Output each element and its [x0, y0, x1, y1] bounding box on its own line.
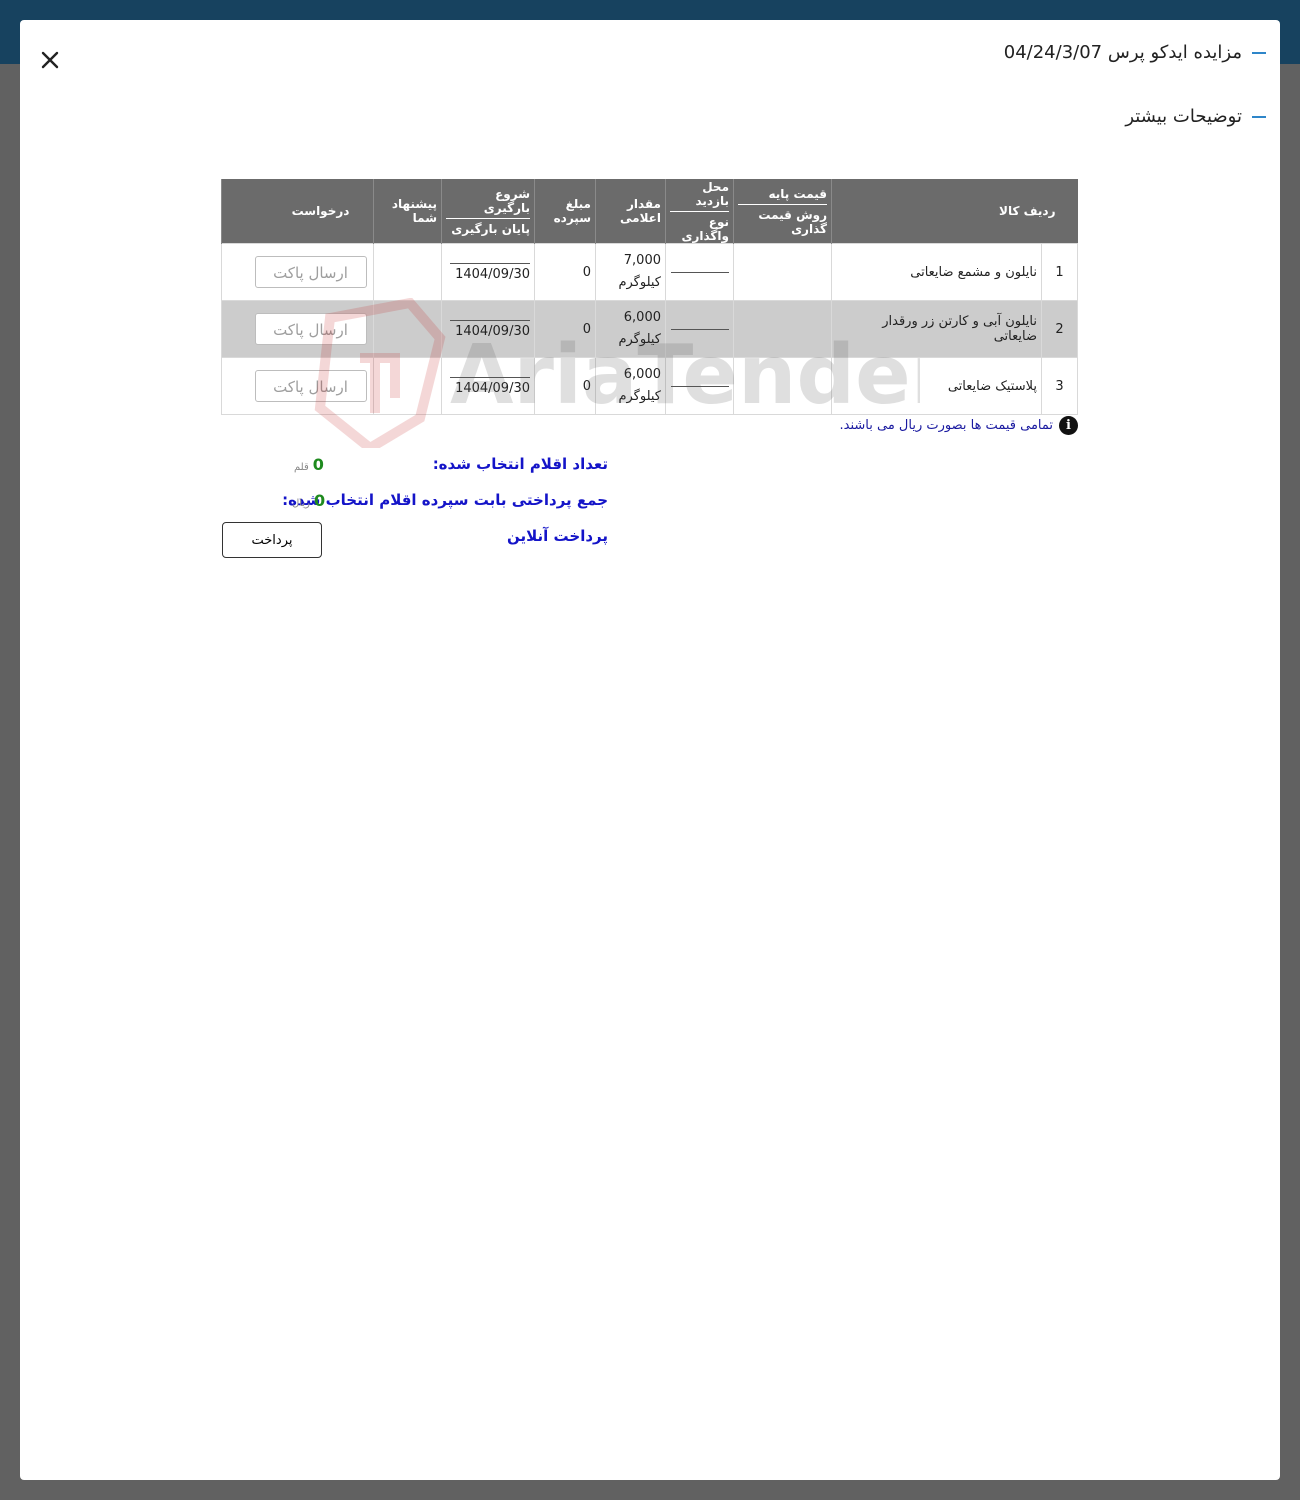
empty-value-line [670, 328, 729, 330]
more-details-label: توضیحات بیشتر [1125, 106, 1242, 127]
row-request: ارسال پاکت [221, 357, 374, 415]
row-load-end: 1404/09/30 [455, 266, 530, 282]
section-dash [1252, 115, 1266, 118]
items-table: ردیف کالا قیمت پایه روش قیمت گذاری محل ب… [221, 179, 1078, 415]
header-pricing-method: روش قیمت گذاری [758, 207, 827, 236]
row-loading-dates: 1404/09/30 [441, 300, 535, 358]
tender-details-modal: مزایده ایدکو پرس 04/24/3/07 توضیحات بیشت… [20, 20, 1280, 1480]
header-row-item: ردیف کالا [831, 179, 1078, 244]
row-quantity: 6,000 کیلوگرم [595, 300, 666, 358]
row-visit-location [665, 300, 734, 358]
header-request: درخواست [221, 179, 374, 244]
header-deposit: مبلغ سپرده [534, 179, 596, 244]
header-base-price: قیمت پایه روش قیمت گذاری [733, 179, 832, 244]
deposit-total-label: جمع پرداختی بابت سپرده اقلام انتخاب شده: [282, 491, 608, 509]
header-load-start: شروع بارگیری [446, 187, 530, 219]
row-quantity-value: 7,000 [623, 253, 661, 268]
row-number: 1 [1041, 243, 1078, 301]
table-row: 3 پلاستیک ضایعاتی 6,000 کیلوگرم 0 1404/0… [221, 357, 1078, 415]
modal-title: مزایده ایدکو پرس 04/24/3/07 [1004, 42, 1266, 63]
header-visit-location-label: محل بازدید [670, 180, 729, 212]
header-base-price-label: قیمت پایه [738, 187, 827, 205]
row-item-name: نایلون آبی و کارتن زر ورقدار ضایعاتی [831, 300, 1042, 358]
row-base-price [733, 300, 832, 358]
row-loading-dates: 1404/09/30 [441, 243, 535, 301]
header-visit-location: محل بازدید نوع واگذاری [665, 179, 734, 244]
online-payment-label: پرداخت آنلاین [506, 527, 608, 545]
deposit-total-unit: ریال [292, 498, 310, 509]
table-header-row: ردیف کالا قیمت پایه روش قیمت گذاری محل ب… [221, 179, 1078, 244]
row-deposit: 0 [534, 300, 596, 358]
row-quantity-unit: کیلوگرم [618, 332, 661, 347]
deposit-total-value: 0 ریال [292, 491, 325, 510]
row-number: 3 [1041, 357, 1078, 415]
load-start-empty-line [450, 376, 530, 378]
row-item-name: نایلون و مشمع ضایعاتی [831, 243, 1042, 301]
row-quantity: 7,000 کیلوگرم [595, 243, 666, 301]
info-icon: i [1059, 416, 1078, 435]
load-start-empty-line [450, 319, 530, 321]
load-start-empty-line [450, 262, 530, 264]
selected-items-label: تعداد اقلام انتخاب شده: [432, 455, 608, 473]
more-details-toggle[interactable]: توضیحات بیشتر [1125, 106, 1266, 127]
send-envelope-button[interactable]: ارسال پاکت [254, 313, 367, 345]
send-envelope-button[interactable]: ارسال پاکت [254, 370, 367, 402]
row-quantity-value: 6,000 [623, 367, 661, 382]
selected-items-unit: قلم [294, 462, 309, 473]
selected-items-value: 0 قلم [294, 455, 324, 474]
row-your-offer [373, 357, 442, 415]
currency-note-text: تمامی قیمت ها بصورت ریال می باشند. [839, 418, 1054, 433]
table-row: 1 نایلون و مشمع ضایعاتی 7,000 کیلوگرم 0 … [221, 243, 1078, 301]
title-dash [1252, 51, 1266, 54]
header-load-end: پایان بارگیری [451, 221, 530, 236]
row-deposit: 0 [534, 357, 596, 415]
row-quantity: 6,000 کیلوگرم [595, 357, 666, 415]
deposit-total-amount: 0 [313, 491, 326, 510]
empty-value-line [670, 385, 729, 387]
row-quantity-unit: کیلوگرم [618, 389, 661, 404]
header-assignment-type: نوع واگذاری [681, 214, 729, 243]
pay-button[interactable]: پرداخت [222, 522, 322, 558]
row-loading-dates: 1404/09/30 [441, 357, 535, 415]
row-base-price [733, 243, 832, 301]
row-request: ارسال پاکت [221, 300, 374, 358]
row-number: 2 [1041, 300, 1078, 358]
row-your-offer [373, 243, 442, 301]
row-visit-location [665, 357, 734, 415]
row-quantity-value: 6,000 [623, 310, 661, 325]
modal-title-text: مزایده ایدکو پرس 04/24/3/07 [1003, 42, 1242, 63]
close-button[interactable] [37, 47, 63, 73]
empty-value-line [670, 271, 729, 273]
row-quantity-unit: کیلوگرم [618, 275, 661, 290]
selected-items-count: 0 [312, 455, 324, 474]
currency-note: i تمامی قیمت ها بصورت ریال می باشند. [839, 416, 1078, 435]
header-announced-qty: مقدار اعلامی [595, 179, 666, 244]
header-your-offer: پیشنهاد شما [373, 179, 442, 244]
row-load-end: 1404/09/30 [455, 380, 530, 396]
table-row: 2 نایلون آبی و کارتن زر ورقدار ضایعاتی 6… [221, 300, 1078, 358]
send-envelope-button[interactable]: ارسال پاکت [254, 256, 367, 288]
row-visit-location [665, 243, 734, 301]
header-loading: شروع بارگیری پایان بارگیری [441, 179, 535, 244]
row-item-name: پلاستیک ضایعاتی [831, 357, 1042, 415]
close-icon [41, 51, 59, 69]
items-table-container: ردیف کالا قیمت پایه روش قیمت گذاری محل ب… [221, 179, 1078, 415]
row-load-end: 1404/09/30 [455, 323, 530, 339]
row-deposit: 0 [534, 243, 596, 301]
row-request: ارسال پاکت [221, 243, 374, 301]
row-your-offer [373, 300, 442, 358]
row-base-price [733, 357, 832, 415]
